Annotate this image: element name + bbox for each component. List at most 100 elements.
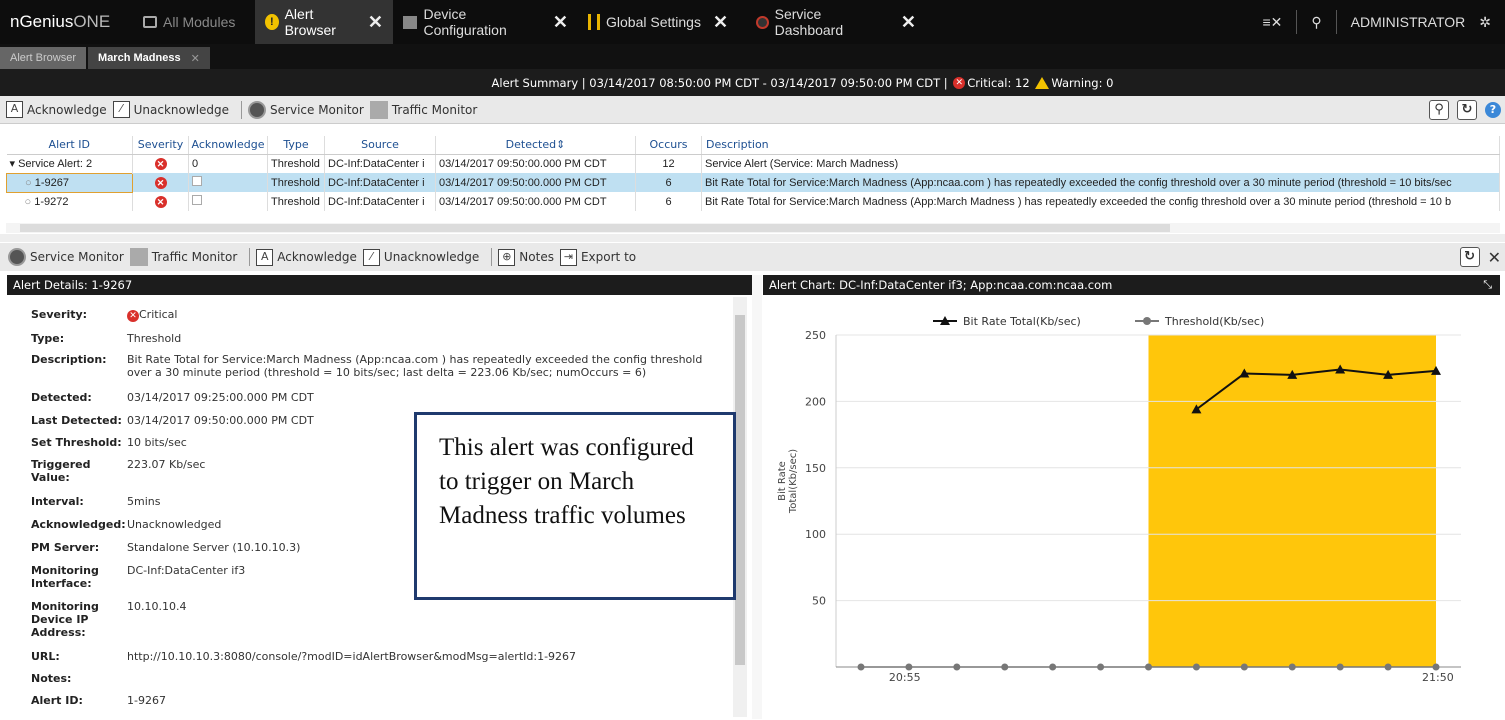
traffic-monitor-icon [129,248,148,266]
panel-divider[interactable] [752,275,762,719]
column-header[interactable]: Severity [132,136,189,155]
expand-icon[interactable]: ▾ [10,158,16,170]
data-point [1336,663,1344,671]
y-tick-label: 150 [805,462,826,475]
table-row[interactable]: ○ 1-9272 ✕ Threshold DC-Inf:DataCenter i… [6,192,1500,211]
column-header-detected[interactable]: Detected⇕ [435,136,636,155]
tab-device-configuration[interactable]: Device Configuration ✕ [393,0,578,44]
acknowledge-checkbox[interactable] [192,176,202,186]
chart-svg: 50 100 150 200 250 Bit RateTotal(Kb/sec) 20:55… [777,315,1461,684]
close-icon[interactable]: ✕ [713,12,728,33]
acknowledge-icon: A [6,101,23,118]
acknowledge-checkbox[interactable] [192,195,202,205]
table-row[interactable]: ▾ Service Alert: 2 ✕ 0 Threshold DC-Inf:… [6,154,1500,173]
top-bar: nGeniusONE All Modules ! Alert Browser ✕… [0,0,1505,44]
data-point [1192,663,1200,671]
column-header[interactable]: Description [701,136,1500,155]
data-point [1384,663,1392,671]
export-icon: ⇥ [559,248,577,266]
search-icon[interactable]: ⚲ [1429,100,1449,120]
pane-splitter[interactable] [0,234,1505,242]
unacknowledge-button[interactable]: ⁄ Unacknowledge [112,101,229,118]
data-point [1432,663,1440,671]
close-icon[interactable]: ✕ [901,12,916,33]
detail-toolbar: Service Monitor Traffic Monitor A Acknowl… [0,243,1505,271]
critical-icon: ✕ [154,157,167,170]
traffic-monitor-button[interactable]: Traffic Monitor [369,100,477,119]
traffic-monitor-icon [369,100,388,119]
unacknowledge-icon: ⁄ [112,101,130,118]
y-tick-label: 100 [805,528,826,541]
tab-alert-browser[interactable]: ! Alert Browser ✕ [255,0,393,44]
data-point [1097,663,1105,671]
detail-row-notes: Notes: [31,672,72,685]
tab-global-settings[interactable]: Global Settings ✕ [578,0,746,44]
expand-chart-icon[interactable]: ⤡ [1483,275,1492,295]
annotation-callout: This alert was configured to trigger on … [414,412,736,600]
unacknowledge-button[interactable]: ⁄ Unacknowledge [362,248,479,266]
close-icon[interactable]: ✕ [1488,248,1501,267]
service-monitor-icon [8,248,26,266]
user-menu[interactable]: ADMINISTRATOR [1337,14,1480,30]
column-header[interactable]: Source [324,136,436,155]
horizontal-scrollbar[interactable] [6,223,1500,233]
threshold-exceeded-band [1148,335,1436,667]
legend-label: Bit Rate Total(Kb/sec) [963,315,1081,328]
close-icon[interactable]: ✕ [368,12,383,33]
acknowledge-button[interactable]: A Acknowledge [6,101,107,118]
x-tick-label: 20:55 [889,671,921,684]
refresh-icon[interactable]: ↻ [1457,100,1477,120]
alert-grid: Alert ID Severity Acknowledge Type Sourc… [6,136,1500,211]
acknowledge-button[interactable]: A Acknowledge [256,248,357,266]
warning-icon [1035,76,1050,89]
column-header[interactable]: Acknowledge [188,136,268,155]
device-icon [403,15,418,29]
service-monitor-button[interactable]: Service Monitor [248,100,364,119]
alert-details-header: Alert Details: 1-9267 [7,275,752,295]
data-point [857,663,865,671]
layers-icon [143,16,157,28]
data-point [1145,663,1152,671]
notes-button[interactable]: ⊕ Notes [498,248,554,266]
data-point [905,663,913,671]
gear-icon[interactable]: ✲ [1479,14,1505,31]
detail-row-type: Type: Threshold [31,332,182,345]
detail-row-url: URL: http://10.10.10.3:8080/console/?modI… [31,650,727,663]
column-header[interactable]: Alert ID [6,136,133,155]
y-axis-label: Bit RateTotal(Kb/sec) [777,449,799,514]
y-tick-label: 50 [812,595,826,608]
critical-icon: ✕ [154,195,167,208]
search-icon[interactable]: ⚲ [1297,14,1335,31]
alert-icon: ! [265,14,279,30]
data-point [1001,663,1009,671]
table-row[interactable]: ○ 1-9267 ✕ Threshold DC-Inf:DataCenter i… [6,172,1500,193]
detail-row-description: Description: Bit Rate Total for Service:M… [31,353,703,379]
unacknowledge-icon: ⁄ [362,248,380,266]
data-point [953,663,961,671]
refresh-icon[interactable]: ↻ [1459,247,1480,267]
service-monitor-icon [248,100,267,119]
export-button[interactable]: ⇥ Export to [559,248,636,266]
close-icon[interactable]: ✕ [553,12,568,33]
tab-service-dashboard[interactable]: Service Dashboard ✕ [746,0,926,44]
close-all-tabs-icon[interactable]: ≡✕ [1248,14,1296,31]
subtab-alert-browser[interactable]: Alert Browser [0,47,87,69]
detail-row-detected: Detected: 03/14/2017 09:25:00.000 PM CDT [31,391,314,404]
tab-all-modules[interactable]: All Modules [133,0,255,44]
critical-icon: ✕ [953,76,966,89]
detail-row-device-ip: Monitoring Device IP Address: 10.10.10.4 [31,600,187,639]
service-monitor-button[interactable]: Service Monitor [8,248,124,266]
close-icon[interactable]: ✕ [191,52,200,65]
sort-icon: ⇕ [556,138,566,152]
legend-label: Threshold(Kb/sec) [1164,315,1264,328]
column-header[interactable]: Occurs [635,136,702,155]
help-icon[interactable]: ? [1485,102,1501,118]
traffic-monitor-button[interactable]: Traffic Monitor [129,248,237,266]
detail-row-alert-id: Alert ID: 1-9267 [31,694,166,707]
column-header[interactable]: Type [267,136,325,155]
alert-url-link[interactable]: http://10.10.10.3:8080/console/?modID=id… [127,650,727,663]
data-point [1240,663,1248,671]
subtab-march-madness[interactable]: March Madness ✕ [88,47,210,69]
critical-icon: ✕ [127,310,139,322]
alert-chart: 50 100 150 200 250 Bit RateTotal(Kb/sec) 20:55… [763,297,1500,717]
